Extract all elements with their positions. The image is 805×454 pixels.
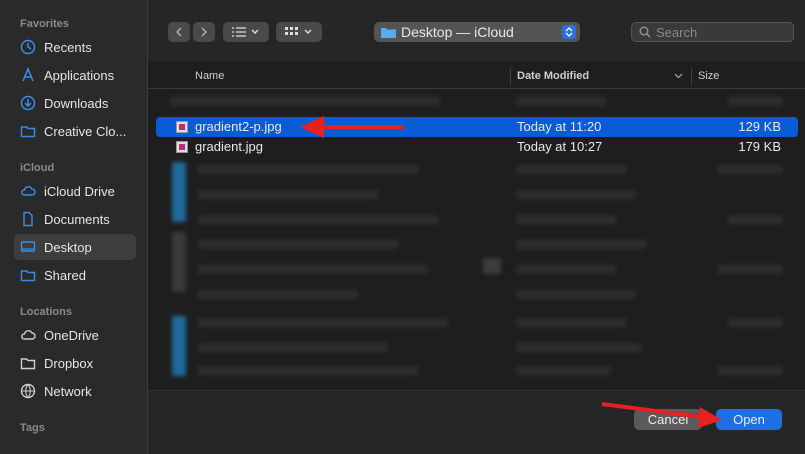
arrow-to-open xyxy=(601,402,722,428)
arrow-to-file xyxy=(300,116,404,138)
annotation-arrows xyxy=(300,116,722,428)
